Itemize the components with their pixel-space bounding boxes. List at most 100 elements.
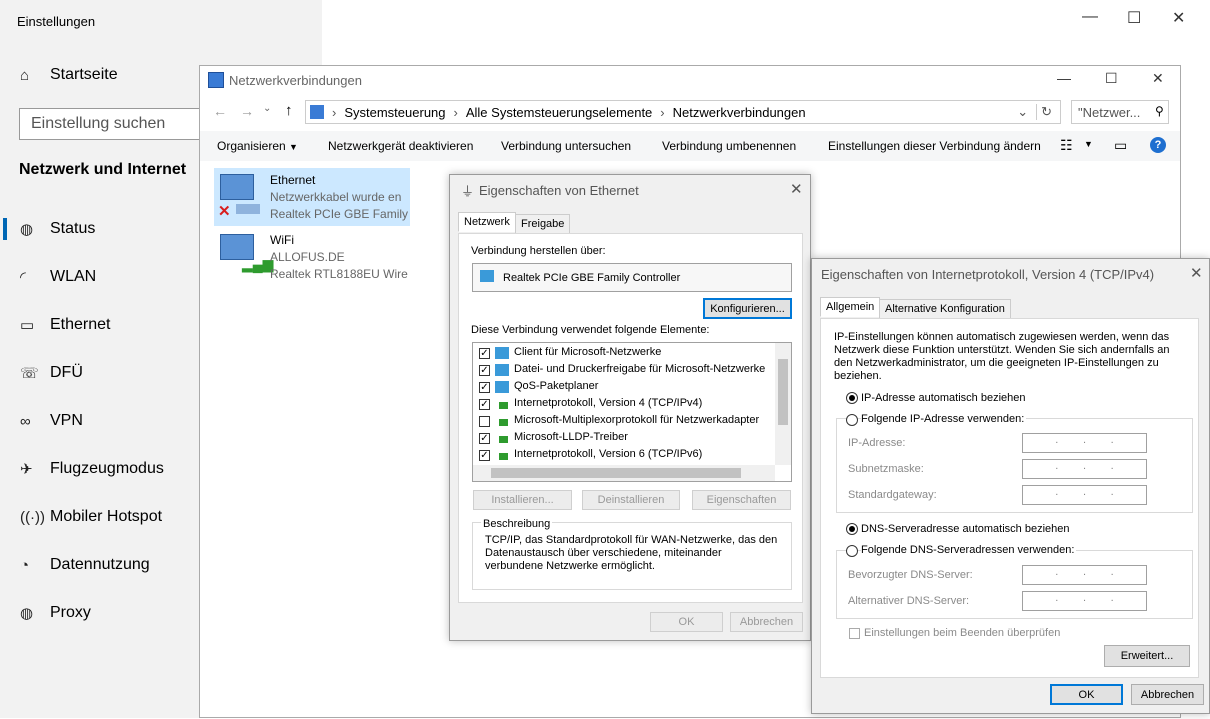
description-group: Beschreibung TCP/IP, das Standardprotoko… <box>472 518 792 590</box>
nav-status[interactable]: ◍ Status <box>20 214 95 244</box>
tab-freigabe[interactable]: Freigabe <box>515 214 571 234</box>
connection-wifi[interactable]: ▂▄▆ WiFi ALLOFUS.DE Realtek RTL8188EU Wi… <box>214 228 410 286</box>
help-icon[interactable]: ? <box>1150 137 1166 153</box>
cancel-button[interactable]: Abbrechen <box>1131 684 1204 705</box>
nav-home[interactable]: ⌂ Startseite <box>20 60 118 90</box>
maximize-icon[interactable]: ☐ <box>1105 70 1118 87</box>
tab-alternative[interactable]: Alternative Konfiguration <box>879 299 1011 319</box>
breadcrumb-item[interactable]: Netzwerkverbindungen <box>673 105 806 120</box>
up-arrow-icon[interactable]: ↑ <box>285 102 293 119</box>
preview-pane-icon[interactable]: ▭ <box>1114 137 1127 154</box>
cancel-button[interactable]: Abbrechen <box>730 612 803 632</box>
protocol-icon <box>499 419 508 426</box>
error-x-icon: ✕ <box>218 203 231 220</box>
caret-down-icon[interactable]: ▼ <box>1084 139 1093 149</box>
vertical-scrollbar[interactable] <box>775 343 791 465</box>
adapter-field: Realtek PCIe GBE Family Controller <box>472 263 792 292</box>
nav-proxy[interactable]: ◍ Proxy <box>20 598 91 628</box>
network-adapter-icon: ⏚ <box>461 184 475 199</box>
control-panel-icon <box>310 105 324 119</box>
scroll-thumb[interactable] <box>778 359 788 425</box>
rename-button[interactable]: Verbindung umbenennen <box>662 139 796 153</box>
nav-ethernet-label: Ethernet <box>50 316 111 333</box>
checkbox[interactable]: ✓ <box>479 433 490 444</box>
close-icon[interactable]: ✕ <box>1172 8 1185 28</box>
organize-menu[interactable]: Organisieren ▼ <box>217 139 298 153</box>
tab-netzwerk[interactable]: Netzwerk <box>458 212 516 232</box>
checkbox[interactable]: ✓ <box>479 399 490 410</box>
computer-icon <box>220 174 254 200</box>
ip-manual-radio[interactable] <box>846 414 858 426</box>
ok-button[interactable]: OK <box>650 612 723 632</box>
diagnose-button[interactable]: Verbindung untersuchen <box>501 139 631 153</box>
caret-down-icon: ▼ <box>289 142 298 152</box>
connection-ethernet[interactable]: ✕ Ethernet Netzwerkkabel wurde en Realte… <box>214 168 410 226</box>
nav-dfu[interactable]: ☏ DFÜ <box>20 358 83 388</box>
data-usage-icon: ◔ <box>20 556 30 574</box>
refresh-icon[interactable]: ↻ <box>1036 104 1052 120</box>
ip-address-field[interactable]: ... <box>1022 433 1147 453</box>
properties-button[interactable]: Eigenschaften <box>692 490 791 510</box>
checkbox[interactable] <box>479 416 490 427</box>
ipv4-properties-dialog: Eigenschaften von Internetprotokoll, Ver… <box>811 258 1210 714</box>
ip-auto-radio[interactable] <box>846 392 858 404</box>
dns-manual-radio[interactable] <box>846 545 858 557</box>
maximize-icon[interactable]: ☐ <box>1127 8 1141 28</box>
element-label: Microsoft-LLDP-Treiber <box>514 431 628 443</box>
close-icon[interactable]: ✕ <box>1152 70 1164 87</box>
section-title: Netzwerk und Internet <box>19 161 187 178</box>
connection-status: ALLOFUS.DE <box>270 250 345 264</box>
install-button[interactable]: Installieren... <box>473 490 572 510</box>
organize-label: Organisieren <box>217 139 286 153</box>
view-options-icon[interactable]: ☷ <box>1060 137 1073 154</box>
forward-arrow-icon[interactable]: → <box>240 103 254 119</box>
breadcrumb-item[interactable]: Systemsteuerung <box>344 105 445 120</box>
disable-device-button[interactable]: Netzwerkgerät deaktivieren <box>328 139 473 153</box>
scroll-thumb[interactable] <box>491 468 741 478</box>
ip-auto-label: IP-Adresse automatisch beziehen <box>861 392 1026 404</box>
validate-checkbox[interactable] <box>849 628 860 639</box>
dns-manual-label: Folgende DNS-Serveradressen verwenden: <box>861 544 1077 556</box>
back-arrow-icon[interactable]: ← <box>213 103 227 119</box>
dns-auto-radio[interactable] <box>846 523 858 535</box>
tab-allgemein[interactable]: Allgemein <box>820 297 881 317</box>
nav-hotspot[interactable]: ((·)) Mobiler Hotspot <box>20 502 162 532</box>
close-icon[interactable]: ✕ <box>1190 264 1203 282</box>
nav-status-label: Status <box>50 220 96 237</box>
advanced-button[interactable]: Erweitert... <box>1104 645 1190 667</box>
breadcrumb-separator-icon: › <box>453 104 458 120</box>
address-bar[interactable]: › Systemsteuerung › Alle Systemsteuerung… <box>305 100 1061 124</box>
element-label: Datei- und Druckerfreigabe für Microsoft… <box>514 363 766 375</box>
uninstall-button[interactable]: Deinstallieren <box>582 490 680 510</box>
chevron-down-icon[interactable]: ⌄ <box>263 103 271 114</box>
dns-alt-field[interactable]: ... <box>1022 591 1147 611</box>
ethernet-properties-dialog: ⏚ Eigenschaften von Ethernet ✕ Netzwerk … <box>449 174 811 641</box>
nav-wlan-label: WLAN <box>50 268 97 285</box>
close-icon[interactable]: ✕ <box>790 180 803 198</box>
checkbox[interactable]: ✓ <box>479 382 490 393</box>
minimize-icon[interactable]: — <box>1082 8 1098 26</box>
change-settings-button[interactable]: Einstellungen dieser Verbindung ändern <box>828 139 1041 153</box>
horizontal-scrollbar[interactable] <box>473 465 775 481</box>
search-icon: ⚲ <box>1155 104 1164 118</box>
nav-airplane[interactable]: ✈ Flugzeugmodus <box>20 454 164 484</box>
hotspot-icon: ((·)) <box>20 508 45 526</box>
nav-wlan[interactable]: ◜ WLAN <box>20 262 96 292</box>
configure-button[interactable]: Konfigurieren... <box>703 298 792 319</box>
chevron-down-icon[interactable]: ⌄ <box>1017 104 1028 120</box>
dns-pref-field[interactable]: ... <box>1022 565 1147 585</box>
tab-panel: IP-Einstellungen können automatisch zuge… <box>820 318 1199 678</box>
ok-button[interactable]: OK <box>1050 684 1123 705</box>
breadcrumb-item[interactable]: Alle Systemsteuerungselemente <box>466 105 652 120</box>
nav-data-usage[interactable]: ◔ Datennutzung <box>20 550 150 580</box>
nav-ethernet[interactable]: ▭ Ethernet <box>20 310 110 340</box>
checkbox[interactable]: ✓ <box>479 348 490 359</box>
gateway-field[interactable]: ... <box>1022 485 1147 505</box>
subnet-field[interactable]: ... <box>1022 459 1147 479</box>
nav-vpn[interactable]: ∞ VPN <box>20 406 83 436</box>
checkbox[interactable]: ✓ <box>479 450 490 461</box>
selected-indicator <box>3 218 7 240</box>
connection-status: Netzwerkkabel wurde en <box>270 190 402 204</box>
minimize-icon[interactable]: — <box>1057 70 1071 86</box>
checkbox[interactable]: ✓ <box>479 365 490 376</box>
